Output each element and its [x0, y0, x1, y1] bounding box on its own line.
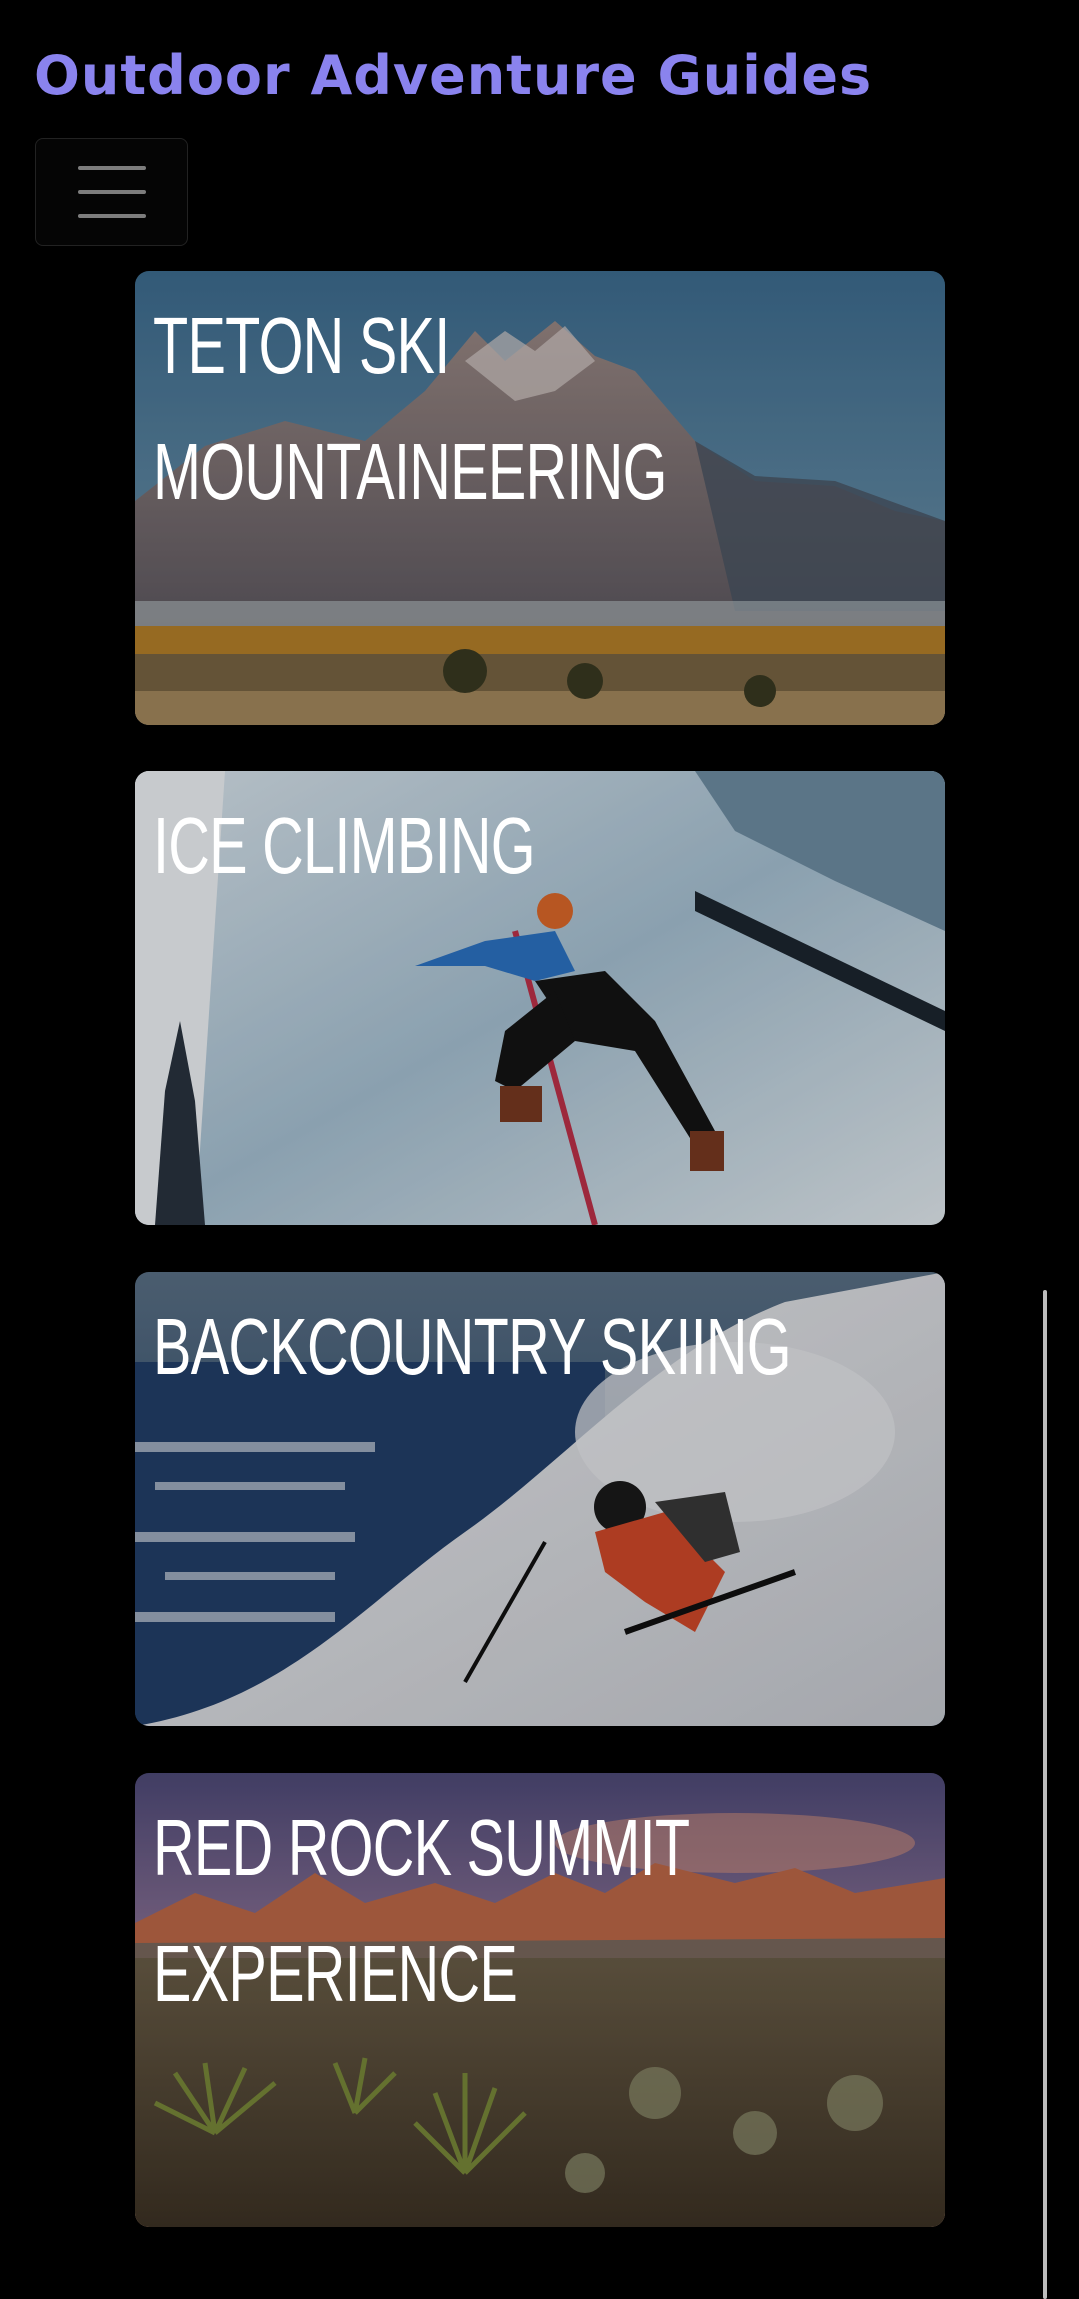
- adventure-card-title: TETON SKI MOUNTAINEERING: [153, 301, 667, 516]
- vertical-scrollbar[interactable]: [1043, 1290, 1047, 2299]
- site-brand-title[interactable]: Outdoor Adventure Guides: [34, 40, 872, 112]
- adventure-card-ice-climbing[interactable]: ICE CLIMBING: [135, 771, 945, 1225]
- adventure-card-title: ICE CLIMBING: [153, 801, 536, 890]
- adventure-card-backcountry-skiing[interactable]: BACKCOUNTRY SKIING: [135, 1272, 945, 1726]
- adventure-card-title: RED ROCK SUMMIT EXPERIENCE: [153, 1803, 689, 2018]
- adventure-card-red-rock-summit-experience[interactable]: RED ROCK SUMMIT EXPERIENCE: [135, 1773, 945, 2227]
- menu-toggle-button[interactable]: [35, 138, 188, 246]
- adventure-card-teton-ski-mountaineering[interactable]: TETON SKI MOUNTAINEERING: [135, 271, 945, 725]
- adventure-card-title: BACKCOUNTRY SKIING: [153, 1302, 792, 1391]
- hamburger-menu-icon: [77, 166, 146, 218]
